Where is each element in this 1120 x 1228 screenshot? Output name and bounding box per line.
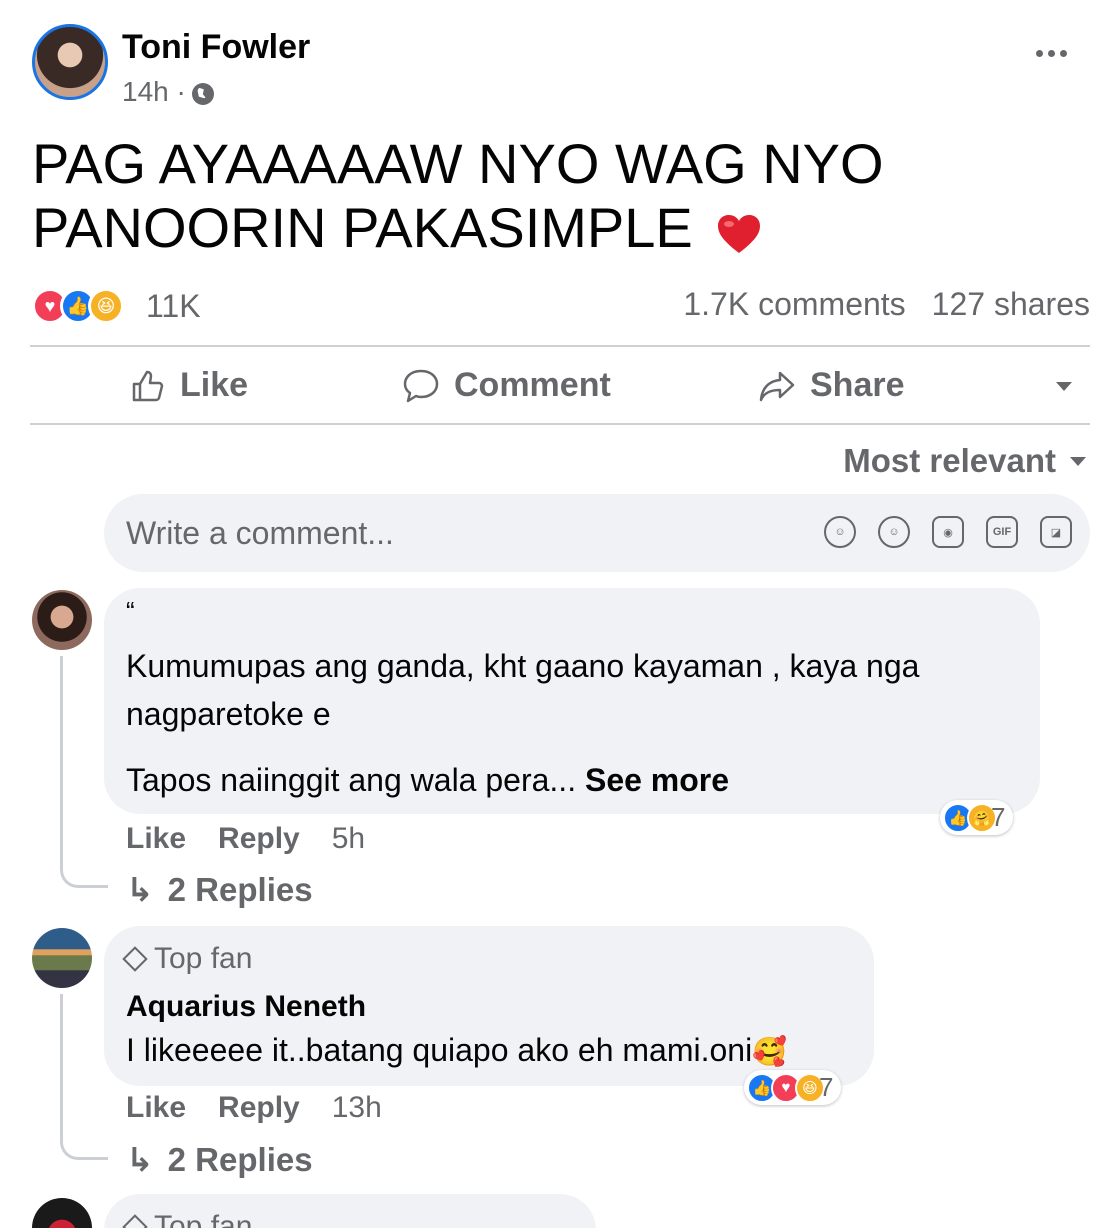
comment-reply-button[interactable]: Reply bbox=[218, 1091, 300, 1125]
comment-reaction-count: 7 bbox=[819, 1072, 834, 1102]
comment-actions: Like Reply 13h bbox=[126, 1091, 382, 1125]
comment-bubble-icon bbox=[403, 369, 439, 402]
badge-label: Top fan bbox=[154, 942, 253, 975]
diamond-icon bbox=[122, 946, 148, 972]
like-label: Like bbox=[180, 366, 249, 404]
commenter-avatar[interactable] bbox=[32, 590, 92, 650]
comment-like-button[interactable]: Like bbox=[126, 1091, 186, 1125]
haha-reaction-icon: 😆 bbox=[88, 288, 124, 324]
author-name[interactable]: Toni Fowler bbox=[122, 28, 310, 67]
reply-arrow-icon: ↳ bbox=[126, 1141, 154, 1178]
dot-icon bbox=[1048, 50, 1055, 57]
camera-icon[interactable]: ◉ bbox=[932, 516, 964, 548]
comment-reaction-count: 7 bbox=[991, 802, 1006, 832]
share-options-dropdown[interactable] bbox=[1056, 382, 1072, 391]
comment-quote-mark: “ bbox=[126, 596, 135, 626]
dot-icon bbox=[1036, 50, 1043, 57]
comment-text-line: nagparetoke e bbox=[126, 696, 331, 732]
gif-icon[interactable]: GIF bbox=[986, 516, 1018, 548]
comment-text-line: Tapos naiinggit ang wala pera... bbox=[126, 762, 577, 798]
thumbs-up-icon bbox=[132, 370, 164, 401]
replies-label: 2 Replies bbox=[167, 870, 313, 908]
composer-tools: ☺ ☺ ◉ GIF ◪ bbox=[824, 516, 1072, 548]
replies-label: 2 Replies bbox=[167, 1140, 313, 1178]
comment-label: Comment bbox=[454, 366, 611, 404]
post-time[interactable]: 14h · bbox=[122, 76, 186, 108]
comment-like-button[interactable]: Like bbox=[126, 822, 186, 856]
divider bbox=[30, 423, 1090, 425]
comment-time[interactable]: 5h bbox=[332, 822, 365, 856]
commenter-avatar[interactable] bbox=[32, 1198, 92, 1228]
like-button[interactable]: Like bbox=[130, 366, 248, 405]
share-label: Share bbox=[810, 366, 905, 404]
comment-reply-button[interactable]: Reply bbox=[218, 822, 300, 856]
view-replies-button[interactable]: ↳ 2 Replies bbox=[126, 870, 313, 909]
sticker-icon[interactable]: ◪ bbox=[1040, 516, 1072, 548]
emoji-icon[interactable]: ☺ bbox=[878, 516, 910, 548]
reaction-summary[interactable]: ♥ 👍 😆 bbox=[32, 288, 124, 324]
avatar-sticker-icon[interactable]: ☺ bbox=[824, 516, 856, 548]
divider bbox=[30, 345, 1090, 347]
globe-icon bbox=[191, 83, 214, 105]
comment-reactions[interactable]: 👍 🤗 7 bbox=[940, 800, 1014, 835]
view-replies-button[interactable]: ↳ 2 Replies bbox=[126, 1140, 313, 1179]
comment-reactions[interactable]: 👍 ♥ 😆 7 bbox=[744, 1070, 842, 1105]
chevron-down-icon bbox=[1056, 382, 1072, 391]
smiling-hearts-emoji: 🥰 bbox=[752, 1036, 788, 1067]
reply-arrow-icon: ↳ bbox=[126, 871, 154, 908]
share-button[interactable]: Share bbox=[758, 366, 905, 405]
comment-button[interactable]: Comment bbox=[402, 366, 611, 405]
comment-sort-dropdown[interactable]: Most relevant bbox=[843, 442, 1086, 480]
commenter-avatar[interactable] bbox=[32, 928, 92, 988]
comment-text-last-line: Tapos naiinggit ang wala pera... See mor… bbox=[126, 756, 729, 804]
comment-actions: Like Reply 5h bbox=[126, 822, 365, 856]
comment-text-line: Kumumupas ang ganda, kht gaano kayaman ,… bbox=[126, 648, 920, 684]
comment-text-body: I likeeeee it..batang quiapo ako eh mami… bbox=[126, 1032, 753, 1068]
red-heart-icon bbox=[718, 215, 761, 253]
comment-time[interactable]: 13h bbox=[332, 1091, 382, 1125]
share-arrow-icon bbox=[759, 371, 795, 401]
post-text: PAG AYAAAAAW NYO WAG NYO PANOORIN PAKASI… bbox=[32, 132, 912, 260]
post-stats: 1.7K comments 127 shares bbox=[683, 286, 1090, 323]
comments-count[interactable]: 1.7K comments bbox=[683, 286, 905, 323]
comment-composer: ☺ ☺ ◉ GIF ◪ bbox=[104, 494, 1090, 572]
top-fan-badge: Top fan bbox=[122, 942, 253, 976]
sort-label: Most relevant bbox=[843, 442, 1056, 479]
post-meta: 14h · bbox=[122, 76, 214, 108]
thread-line bbox=[60, 994, 63, 1128]
see-more-link[interactable]: See more bbox=[585, 762, 729, 798]
comment-text: I likeeeee it..batang quiapo ako eh mami… bbox=[126, 1026, 787, 1076]
top-fan-badge: Top fan bbox=[122, 1210, 253, 1228]
comment-input[interactable] bbox=[126, 512, 806, 554]
thread-connector bbox=[60, 1122, 108, 1160]
author-avatar[interactable] bbox=[32, 24, 108, 100]
diamond-icon bbox=[122, 1214, 148, 1228]
more-options-button[interactable] bbox=[1036, 50, 1067, 57]
dot-icon bbox=[1060, 50, 1067, 57]
shares-count[interactable]: 127 shares bbox=[932, 286, 1090, 323]
badge-label: Top fan bbox=[154, 1210, 253, 1228]
reaction-count[interactable]: 11K bbox=[146, 288, 201, 325]
commenter-name[interactable]: Aquarius Neneth bbox=[126, 990, 366, 1024]
thread-line bbox=[60, 656, 63, 856]
thread-connector bbox=[60, 850, 108, 888]
chevron-down-icon bbox=[1070, 456, 1086, 466]
